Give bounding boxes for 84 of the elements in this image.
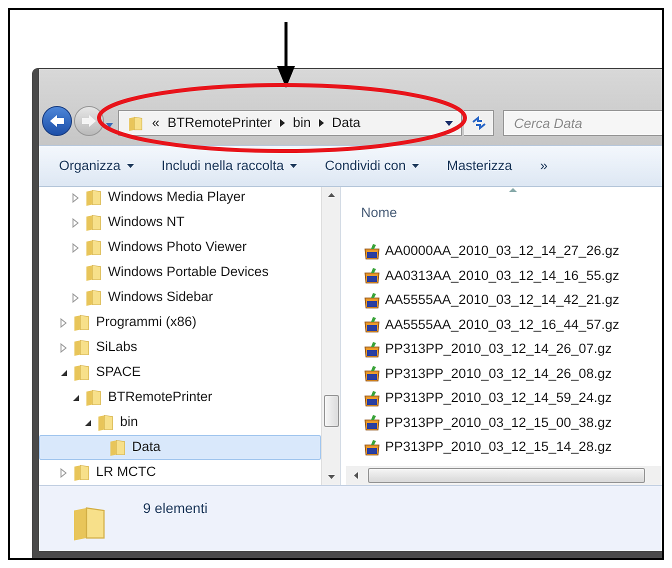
collapse-arrow-icon[interactable] [60,368,68,378]
archive-file-icon [363,267,381,284]
item-count: 9 elementi [143,499,208,518]
folder-icon [72,463,91,482]
collapse-arrow-icon[interactable] [72,392,80,402]
tree-item[interactable]: SiLabs [39,335,321,360]
pointer-arrow [276,22,296,88]
scroll-up-icon[interactable] [328,193,334,197]
archive-file-icon [363,340,381,358]
folder-icon [84,213,103,232]
tree-item[interactable]: Windows Portable Devices [39,260,321,285]
tree-item[interactable]: Windows Photo Viewer [39,235,321,260]
expand-arrow-icon[interactable] [72,218,80,228]
breadcrumb-segment[interactable]: BTRemotePrinter [168,112,272,134]
tree-item[interactable]: Windows NT [39,210,321,235]
collapse-arrow-icon[interactable] [84,418,92,428]
scroll-down-icon[interactable] [328,475,334,479]
folder-icon [72,363,91,382]
back-button[interactable] [42,106,72,136]
folder-icon [127,114,144,132]
folder-icon [84,288,103,307]
folder-icon [84,188,103,207]
tree-item[interactable]: Programmi (x86) [39,310,321,335]
folder-icon [72,338,91,357]
archive-file-icon [363,414,381,432]
scroll-thumb[interactable] [368,468,645,483]
scroll-thumb[interactable] [324,395,338,427]
archive-file-icon [363,438,381,456]
file-item[interactable]: AA5555AA_2010_03_12_14_42_21.gz [363,288,662,312]
tree-item[interactable]: LR MCTC [39,460,321,485]
breadcrumb-segment[interactable]: bin [292,112,311,134]
file-item[interactable]: PP313PP_2010_03_12_14_59_24.gz [363,386,662,410]
tree-item[interactable]: SPACE [39,360,321,385]
expand-arrow-icon[interactable] [60,318,68,328]
breadcrumb-arrow-icon[interactable] [280,119,285,127]
tree-item[interactable]: Windows Sidebar [39,285,321,310]
right-arrow-icon [81,114,97,128]
expand-arrow-icon[interactable] [72,292,80,302]
tree-item[interactable]: Windows Media Player [39,187,321,210]
expand-arrow-icon[interactable] [60,468,68,478]
refresh-button[interactable] [464,110,494,136]
scroll-left-icon[interactable] [354,472,358,479]
file-item[interactable]: PP313PP_2010_03_12_15_14_28.gz [363,435,662,460]
address-bar[interactable]: « BTRemotePrinter bin Data [118,110,462,136]
file-item[interactable]: PP313PP_2010_03_12_14_26_07.gz [363,337,662,362]
archive-file-icon [363,292,381,309]
horizontal-scrollbar[interactable] [346,466,662,485]
refresh-arrows-icon [470,116,486,130]
search-field[interactable]: Cerca Data [503,110,662,136]
breadcrumb-segment[interactable]: Data [332,112,360,134]
breadcrumb-arrow-icon[interactable] [318,119,324,127]
toolbar-button[interactable]: Masterizza [446,158,512,174]
sort-arrow-icon [509,188,517,192]
column-header[interactable]: Nome [361,202,398,223]
folder-icon [84,238,103,257]
overflow-mark[interactable]: « [152,112,160,134]
folder-icon [84,388,103,407]
tree-item[interactable]: Data [39,435,321,460]
archive-file-icon [363,242,381,260]
file-item[interactable]: PP313PP_2010_03_12_15_00_38.gz [363,410,662,435]
toolbar-button[interactable]: » [540,158,548,174]
file-item[interactable]: AA0000AA_2010_03_12_14_27_26.gz [363,239,662,264]
file-item[interactable]: AA5555AA_2010_03_12_16_44_57.gz [363,312,662,337]
archive-file-icon [363,365,381,382]
forward-button[interactable] [74,106,104,136]
archive-file-icon [363,316,381,334]
tree-item[interactable]: bin [39,410,321,435]
left-arrow-icon [49,114,65,128]
toolbar-button[interactable]: Condividi con [324,158,419,174]
expand-arrow-icon[interactable] [60,342,68,352]
file-item[interactable]: PP313PP_2010_03_12_14_26_08.gz [363,362,662,386]
file-item[interactable]: AA0313AA_2010_03_12_14_16_55.gz [363,264,662,288]
vertical-scrollbar[interactable] [321,187,340,485]
toolbar-button[interactable]: Includi nella raccolta [162,158,297,174]
folder-icon [96,413,115,432]
tree-item[interactable]: BTRemotePrinter [39,385,321,410]
folder-icon [108,438,127,457]
expand-arrow-icon[interactable] [72,192,80,202]
folder-icon [72,313,91,332]
dropdown-arrow-icon[interactable] [445,120,453,126]
folder-icon [84,263,103,282]
toolbar-button[interactable]: Organizza [59,158,134,174]
archive-file-icon [363,390,381,407]
expand-arrow-icon[interactable] [72,242,80,252]
